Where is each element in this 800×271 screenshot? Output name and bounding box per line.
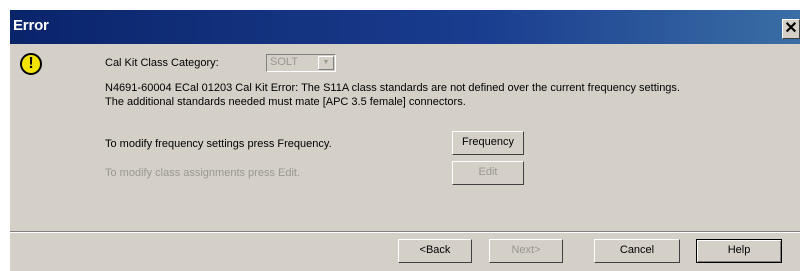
cancel-button[interactable]: Cancel bbox=[594, 239, 680, 263]
error-message-line-1: N4691-60004 ECal 01203 Cal Kit Error: Th… bbox=[105, 82, 680, 94]
cal-kit-category-label: Cal Kit Class Category: bbox=[105, 57, 219, 69]
help-button[interactable]: Help bbox=[696, 239, 782, 263]
back-button[interactable]: <Back bbox=[398, 239, 472, 263]
title-bar[interactable]: Error ✕ bbox=[10, 10, 800, 44]
cal-kit-category-value: SOLT bbox=[270, 56, 298, 68]
frequency-button[interactable]: Frequency bbox=[452, 131, 524, 155]
edit-button[interactable]: Edit bbox=[452, 161, 524, 185]
dialog-title: Error bbox=[13, 17, 49, 34]
edit-instruction: To modify class assignments press Edit. bbox=[105, 167, 301, 179]
cal-kit-category-select[interactable]: SOLT ▼ bbox=[266, 54, 336, 72]
chevron-down-icon[interactable]: ▼ bbox=[318, 56, 334, 70]
next-button[interactable]: Next> bbox=[489, 239, 563, 263]
close-icon[interactable]: ✕ bbox=[782, 19, 800, 39]
footer-divider bbox=[10, 231, 800, 233]
error-dialog: Error ✕ ! Cal Kit Class Category: SOLT ▼… bbox=[9, 9, 800, 271]
warning-icon: ! bbox=[20, 53, 42, 75]
frequency-instruction: To modify frequency settings press Frequ… bbox=[105, 138, 332, 150]
error-message-line-2: The additional standards needed must mat… bbox=[105, 96, 466, 108]
